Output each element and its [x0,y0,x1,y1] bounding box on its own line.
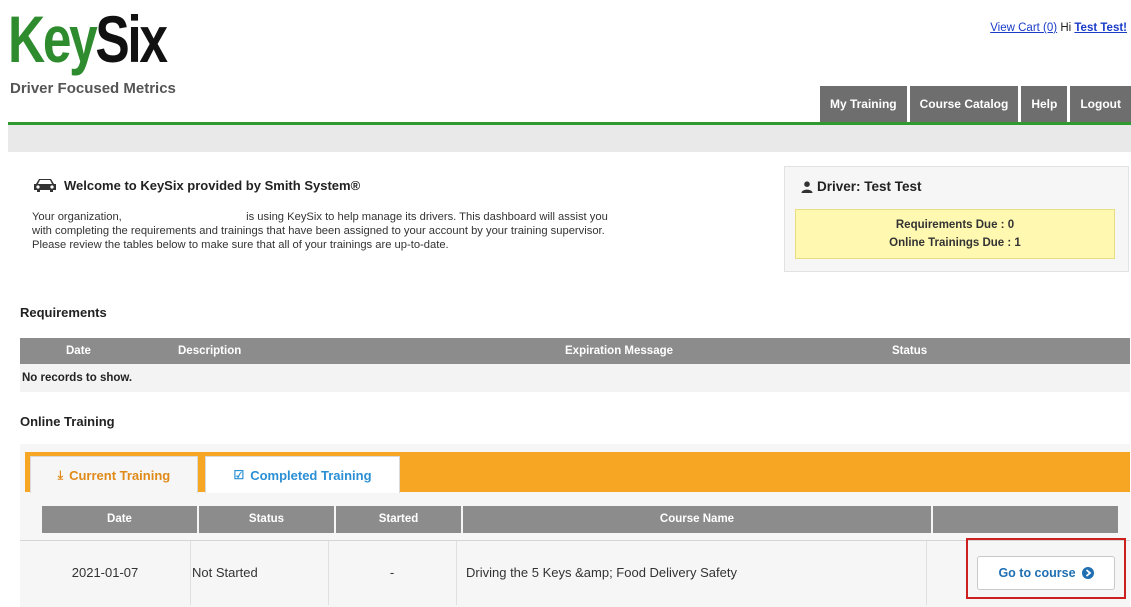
logo-key-text: Key [8,2,98,76]
download-icon: ⤓ [57,467,64,482]
intro-line-3: Please review the tables below to make s… [32,239,449,251]
train-col-started[interactable]: Started [336,506,463,533]
requirements-table-header: Date Description Expiration Message Stat… [20,338,1130,364]
row-course-name: Driving the 5 Keys &amp; Food Delivery S… [456,541,927,605]
keysix-logo[interactable]: KeySix [8,2,168,76]
tab-completed-label: Completed Training [250,467,372,483]
online-training-panel: ⤓ Current Training ☑ Completed Training … [20,444,1130,607]
train-col-status[interactable]: Status [199,506,336,533]
go-to-course-button[interactable]: Go to course [977,556,1115,590]
row-course-name-text: Driving the 5 Keys &amp; Food Delivery S… [466,565,737,580]
user-icon [801,180,813,193]
account-links: View Cart (0) Hi Test Test! [990,22,1127,34]
nav-help[interactable]: Help [1021,86,1068,122]
main-nav: My Training Course Catalog Help Logout [817,86,1131,122]
requirements-due: Requirements Due : 0 [895,219,1015,231]
train-col-action [933,506,1118,533]
req-col-status[interactable]: Status [892,345,927,357]
intro-line-1: Your organization, is using KeySix to he… [32,211,608,223]
requirements-title: Requirements [20,305,107,320]
train-col-date[interactable]: Date [42,506,199,533]
view-cart-link[interactable]: View Cart (0) [990,22,1057,34]
tab-completed-training[interactable]: ☑ Completed Training [205,456,400,493]
no-records-text: No records to show. [22,372,133,384]
driver-name: Driver: Test Test [817,179,922,194]
nav-logout[interactable]: Logout [1070,86,1131,122]
req-col-date[interactable]: Date [66,345,91,357]
greeting-text: Hi [1060,22,1072,34]
welcome-heading: Welcome to KeySix provided by Smith Syst… [32,177,360,193]
user-name-link[interactable]: Test Test! [1074,22,1127,34]
tab-current-label: Current Training [69,467,171,483]
online-trainings-due: Online Trainings Due : 1 [889,237,1021,249]
row-started: - [328,541,457,605]
row-status: Not Started [190,541,329,605]
tagline: Driver Focused Metrics [10,80,176,97]
arrow-circle-right-icon [1081,567,1094,579]
table-row: 2021-01-07 Not Started - Driving the 5 K… [20,540,1130,605]
intro-line-2: with completing the requirements and tra… [32,225,605,237]
req-col-description[interactable]: Description [178,345,241,357]
online-training-title: Online Training [20,414,115,429]
subheader-band [8,125,1131,152]
car-icon [34,179,56,192]
go-to-course-label: Go to course [998,566,1076,580]
logo-six-text: Six [95,2,168,76]
req-col-expiration[interactable]: Expiration Message [565,345,673,357]
welcome-title: Welcome to KeySix provided by Smith Syst… [64,177,361,193]
welcome-description: Your organization, is using KeySix to he… [32,210,762,252]
nav-course-catalog[interactable]: Course Catalog [909,86,1019,122]
due-summary: Requirements Due : 0 Online Trainings Du… [795,209,1115,259]
header: KeySix Driver Focused Metrics View Cart … [0,0,1131,124]
train-col-course-name[interactable]: Course Name [463,506,933,533]
training-table-header: Date Status Started Course Name [42,506,1118,533]
row-status-text: Not Started [192,565,258,580]
checkbox-icon: ☑ [233,468,245,482]
training-tabbar: ⤓ Current Training ☑ Completed Training [25,452,1130,493]
tab-current-training[interactable]: ⤓ Current Training [30,456,198,493]
requirements-empty-row: No records to show. [20,364,1130,392]
driver-summary-panel: Driver: Test Test Requirements Due : 0 O… [784,166,1129,272]
row-date: 2021-01-07 [20,541,191,605]
driver-title: Driver: Test Test [801,179,922,194]
nav-my-training[interactable]: My Training [819,86,907,122]
